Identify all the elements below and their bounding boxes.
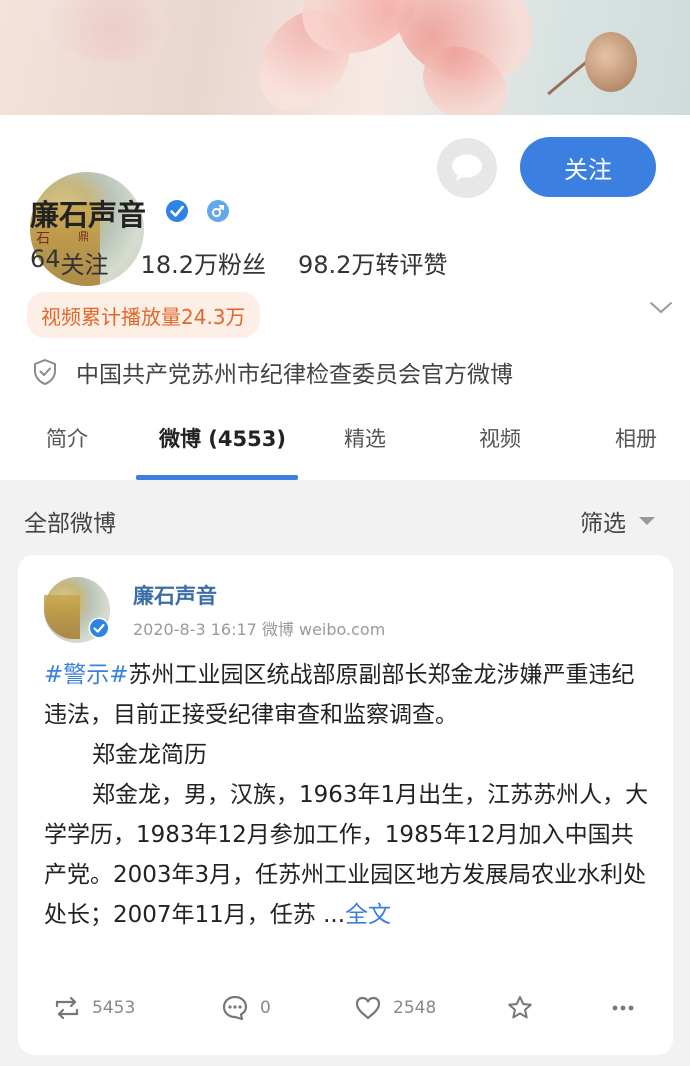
stat-label: 关注 [60, 251, 109, 279]
filter-button[interactable]: 筛选 [580, 504, 656, 538]
shield-icon [34, 359, 56, 385]
tab-intro[interactable]: 简介 [46, 423, 88, 453]
repost-icon [55, 996, 79, 1020]
comment-count: 0 [260, 998, 271, 1018]
favorite-star-icon [508, 996, 532, 1019]
profile-banner [0, 0, 690, 115]
profile-description: 中国共产党苏州市纪律检查委员会官方微博 [30, 355, 513, 389]
post-author[interactable]: 廉石声音 [133, 580, 217, 610]
post-headline: 苏州工业园区统战部原副部长郑金龙涉嫌严重违纪违法，目前正接受纪律审查和监察调查。 [44, 662, 635, 728]
more-button[interactable] [608, 993, 638, 1023]
favorite-button[interactable] [505, 993, 535, 1023]
post-subtitle: 郑金龙简历 [92, 742, 207, 768]
message-button[interactable] [437, 138, 497, 198]
male-gender-icon [207, 200, 229, 222]
post-card[interactable]: 廉石声音 2020-8-3 16:17 微博 weibo.com #警示#苏州工… [18, 555, 673, 1055]
feed-title: 全部微博 [24, 511, 116, 537]
profile-name: 廉石声音 [30, 198, 147, 232]
repost-button[interactable]: 5453 [52, 993, 135, 1023]
stat-followers[interactable]: 18.2万 粉丝 [141, 245, 266, 280]
video-plays-badge[interactable]: 视频累计播放量24.3万 [27, 292, 260, 338]
post-meta: 2020-8-3 16:17 微博 weibo.com [133, 620, 386, 639]
profile-stats: 64 关注 18.2万 粉丝 98.2万 转评赞 [30, 245, 447, 280]
stat-value: 64 [30, 245, 61, 273]
tab-weibo[interactable]: 微博 (4553) [159, 423, 286, 453]
stat-label: 粉丝 [217, 251, 266, 279]
description-text: 中国共产党苏州市纪律检查委员会官方微博 [76, 362, 513, 388]
like-icon [355, 996, 381, 1020]
verified-badge-icon [88, 617, 110, 639]
filter-label: 筛选 [580, 511, 626, 537]
tab-album[interactable]: 相册 [615, 423, 657, 453]
stat-value: 18.2万 [140, 251, 218, 279]
post-body: #警示#苏州工业园区统战部原副部长郑金龙涉嫌严重违纪违法，目前正接受纪律审查和监… [44, 655, 654, 935]
post-actions: 5453 0 2548 [18, 985, 673, 1035]
follow-button[interactable]: 关注 [520, 137, 656, 197]
like-button[interactable]: 2548 [353, 993, 436, 1023]
message-icon [452, 154, 482, 181]
tab-featured[interactable]: 精选 [344, 423, 386, 453]
more-icon [612, 1005, 634, 1011]
stat-label: 转评赞 [375, 251, 448, 279]
repost-count: 5453 [92, 998, 136, 1018]
chevron-down-icon[interactable] [648, 297, 674, 317]
caret-down-icon [639, 517, 655, 525]
comment-icon [222, 995, 248, 1021]
tab-video[interactable]: 视频 [479, 423, 521, 453]
like-count: 2548 [393, 998, 437, 1018]
profile-header: 石 鼎 关注 廉石声音 64 关注 18.2万 粉丝 98.2万 转评赞 视频累计播放… [0, 115, 690, 480]
full-text-link[interactable]: 全文 [345, 902, 391, 928]
feed-header: 全部微博 筛选 [0, 480, 690, 555]
stat-engagement[interactable]: 98.2万 转评赞 [298, 245, 447, 280]
verified-badge-icon [166, 200, 188, 222]
comment-button[interactable]: 0 [220, 993, 271, 1023]
profile-tabs: 简介 微博 (4553) 精选 视频 相册 [0, 415, 690, 480]
stat-following[interactable]: 64 关注 [30, 245, 109, 280]
stat-value: 98.2万 [297, 251, 376, 279]
post-hashtag[interactable]: #警示# [44, 662, 129, 688]
